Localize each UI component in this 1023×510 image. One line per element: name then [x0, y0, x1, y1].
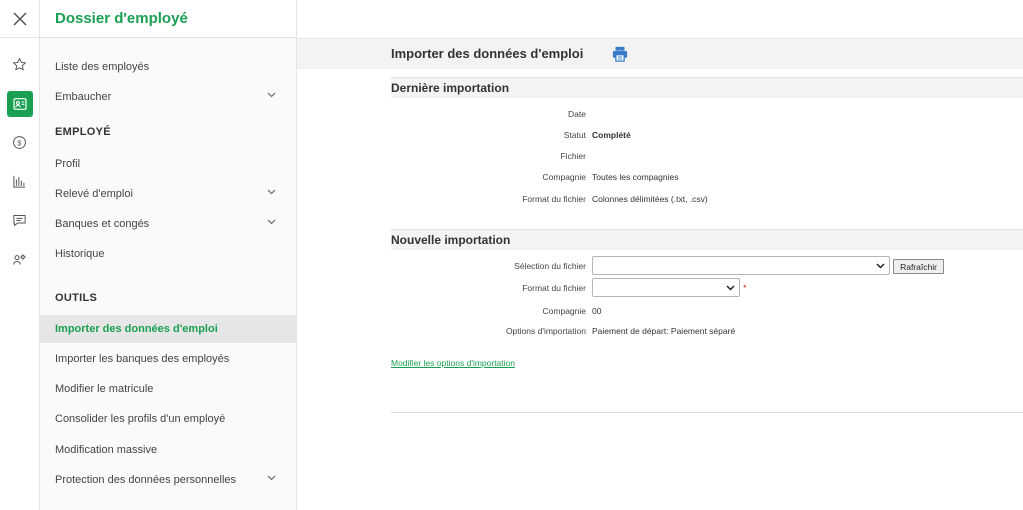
- new-company-label: Compagnie: [542, 306, 586, 316]
- message-icon: [13, 215, 26, 226]
- nav-item-employee-list[interactable]: Liste des employés: [40, 53, 296, 81]
- nav-item-label: Banques et congés: [55, 218, 150, 230]
- nav-item-modify-employee-number[interactable]: Modifier le matricule: [40, 375, 296, 403]
- sidebar-nav: Dossier d'employé Liste des employés Emb…: [40, 0, 297, 510]
- printer-icon: [612, 46, 628, 62]
- svg-text:$: $: [17, 138, 22, 147]
- employee-file-icon: [12, 97, 27, 110]
- file-select-label: Sélection du fichier: [514, 261, 586, 271]
- nav-item-label: Modification massive: [55, 444, 158, 456]
- new-file-format-label: Format du fichier: [522, 283, 586, 293]
- modify-import-options-link[interactable]: Modifier les options d'importation: [391, 358, 515, 368]
- close-button[interactable]: [0, 0, 39, 38]
- nav-item-label: Protection des données personnelles: [55, 474, 237, 486]
- status-value: Complété: [592, 130, 631, 140]
- app-window: $ Dossier d'employé Liste des employés E…: [0, 0, 1023, 510]
- close-icon: [12, 11, 27, 26]
- nav-item-data-protection[interactable]: Protection des données personnelles: [40, 466, 296, 494]
- page-title: Importer des données d'emploi: [391, 46, 584, 61]
- nav-item-mass-modification[interactable]: Modification massive: [40, 436, 296, 464]
- nav-item-banks-leave[interactable]: Banques et congés: [40, 210, 296, 238]
- import-options-value: Paiement de départ: Paiement séparé: [592, 326, 736, 336]
- section-heading-employe: EMPLOYÉ: [55, 126, 111, 138]
- status-label: Statut: [563, 130, 586, 140]
- file-label: Fichier: [560, 151, 586, 161]
- section-divider: [391, 412, 1023, 413]
- nav-item-label: Modifier le matricule: [55, 383, 154, 395]
- rail-employee-file[interactable]: [0, 84, 39, 123]
- rail-users-settings[interactable]: [0, 240, 39, 279]
- file-select-dropdown[interactable]: [592, 256, 890, 275]
- nav-item-consolidate-profiles[interactable]: Consolider les profils d'un employé: [40, 405, 296, 433]
- rail-reports[interactable]: [0, 162, 39, 201]
- required-marker: *: [743, 283, 747, 293]
- chevron-down-icon: [267, 219, 276, 225]
- icon-rail: $: [0, 0, 40, 510]
- nav-item-label: Importer des données d'emploi: [55, 323, 218, 335]
- file-format-dropdown[interactable]: [592, 278, 740, 297]
- file-format-label: Format du fichier: [522, 194, 586, 204]
- chevron-down-icon: [726, 285, 735, 291]
- chevron-down-icon: [876, 263, 885, 269]
- nav-item-label: Historique: [55, 248, 105, 260]
- print-button[interactable]: [611, 45, 629, 63]
- page-title-bar: Importer des données d'emploi: [297, 38, 1023, 69]
- rail-messages[interactable]: [0, 201, 39, 240]
- nav-item-label: Liste des employés: [55, 61, 150, 73]
- star-icon: [13, 58, 26, 71]
- nav-item-label: Importer les banques des employés: [55, 353, 230, 365]
- file-format-value: Colonnes délimitées (.txt, .csv): [592, 194, 708, 204]
- refresh-button[interactable]: Rafraîchir: [893, 259, 944, 274]
- app-title: Dossier d'employé: [55, 10, 188, 27]
- section-title: Dernière importation: [391, 81, 510, 95]
- new-company-value: 00: [592, 306, 602, 316]
- import-options-label: Options d'importation: [505, 326, 586, 336]
- nav-item-import-employee-banks[interactable]: Importer les banques des employés: [40, 345, 296, 373]
- section-title: Nouvelle importation: [391, 233, 511, 247]
- nav-item-hire[interactable]: Embaucher: [40, 83, 296, 111]
- rail-favorites[interactable]: [0, 45, 39, 84]
- section-last-import: Dernière importation: [391, 77, 1023, 98]
- section-new-import: Nouvelle importation: [391, 229, 1023, 250]
- company-label: Compagnie: [542, 172, 586, 182]
- main-content: Importer des données d'emploi Dernière i…: [297, 0, 1023, 510]
- users-settings-icon: [13, 254, 26, 265]
- nav-item-label: Profil: [55, 158, 81, 170]
- date-label: Date: [568, 109, 586, 119]
- nav-item-label: Consolider les profils d'un employé: [55, 413, 226, 425]
- nav-item-label: Embaucher: [55, 91, 112, 103]
- nav-header: Dossier d'employé: [40, 0, 296, 38]
- company-value: Toutes les compagnies: [592, 172, 679, 182]
- nav-item-record-of-employment[interactable]: Relevé d'emploi: [40, 180, 296, 208]
- chart-icon: [13, 175, 26, 188]
- section-heading-outils: OUTILS: [55, 292, 98, 304]
- rail-payroll[interactable]: $: [0, 123, 39, 162]
- nav-item-import-employment-data[interactable]: Importer des données d'emploi: [40, 315, 296, 343]
- chevron-down-icon: [267, 92, 276, 98]
- nav-item-profile[interactable]: Profil: [40, 150, 296, 178]
- nav-item-label: Relevé d'emploi: [55, 188, 133, 200]
- dollar-icon: $: [13, 136, 26, 149]
- chevron-down-icon: [267, 189, 276, 195]
- nav-item-history[interactable]: Historique: [40, 240, 296, 268]
- chevron-down-icon: [267, 475, 276, 481]
